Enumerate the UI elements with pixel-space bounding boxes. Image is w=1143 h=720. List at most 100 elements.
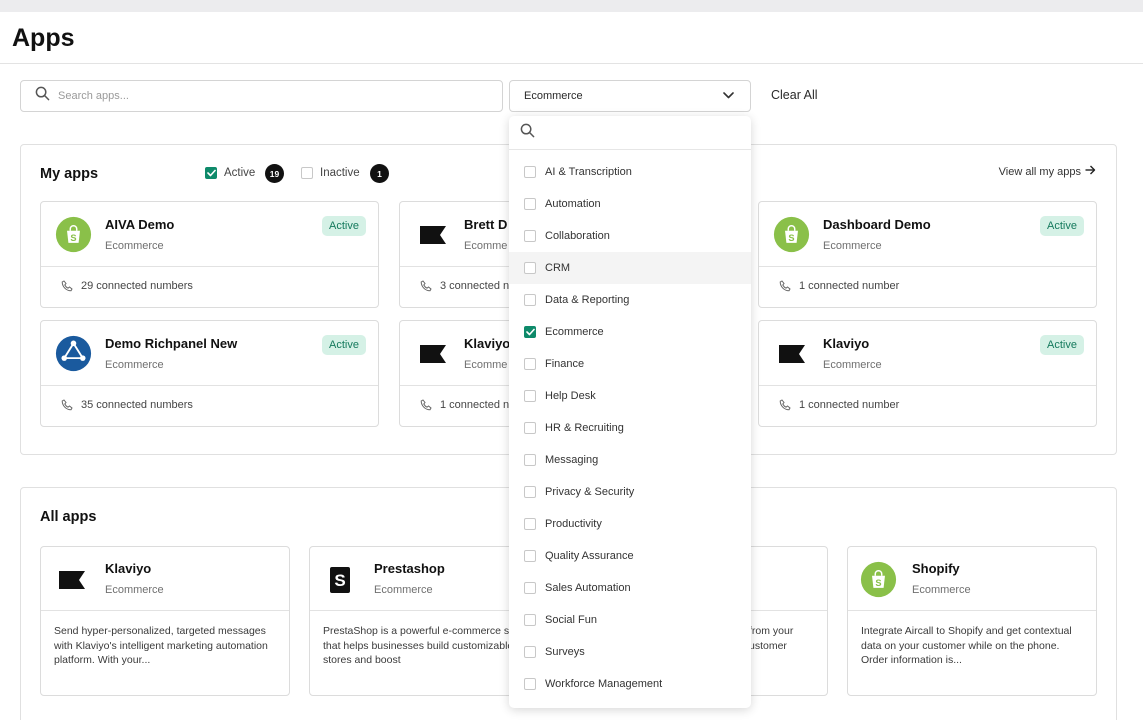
category-option[interactable]: Automation [509, 188, 751, 220]
view-all-label: View all my apps [998, 165, 1081, 178]
app-category: Ecommerce [823, 359, 882, 371]
app-name: Prestashop [374, 561, 445, 576]
category-option[interactable]: Collaboration [509, 220, 751, 252]
dropdown-search[interactable] [509, 116, 751, 150]
card-header: S Shopify Ecommerce [848, 547, 1096, 611]
checkbox-unchecked-icon [524, 518, 536, 530]
connected-numbers: 35 connected numbers [61, 399, 193, 411]
checkbox-unchecked-icon [524, 486, 536, 498]
svg-text:S: S [875, 578, 881, 588]
top-bar [0, 0, 1143, 12]
checkbox-unchecked-icon [524, 614, 536, 626]
category-option[interactable]: Help Desk [509, 380, 751, 412]
category-option-label: Privacy & Security [545, 486, 635, 498]
category-option[interactable]: Messaging [509, 444, 751, 476]
category-option-label: Finance [545, 358, 585, 370]
app-category: Ecommerce [105, 240, 164, 252]
dropdown-search-input[interactable] [543, 126, 733, 139]
checkbox-unchecked-icon [524, 582, 536, 594]
category-option[interactable]: AI & Transcription [509, 156, 751, 188]
category-option-label: Messaging [545, 454, 599, 466]
phone-icon [420, 280, 432, 292]
category-option[interactable]: Data & Reporting [509, 284, 751, 316]
app-name: AIVA Demo [105, 217, 175, 232]
category-option[interactable]: CRM [509, 252, 751, 284]
my-app-card-dashboard-demo[interactable]: S Dashboard Demo Ecommerce Active 1 conn… [758, 201, 1097, 308]
connected-numbers-text: 29 connected numbers [81, 280, 193, 292]
active-count-badge: 19 [265, 164, 284, 183]
category-option[interactable]: Quality Assurance [509, 540, 751, 572]
svg-text:S: S [788, 233, 794, 243]
category-option-label: Help Desk [545, 390, 596, 402]
active-filter-checkbox[interactable]: Active [205, 167, 255, 179]
category-option-label: Social Fun [545, 614, 597, 626]
app-name: Klaviyo [464, 336, 511, 351]
checkbox-unchecked-icon [524, 678, 536, 690]
category-option[interactable]: Social Fun [509, 604, 751, 636]
checkbox-unchecked-icon [524, 294, 536, 306]
clear-all-button[interactable]: Clear All [771, 88, 818, 102]
connected-numbers-text: 35 connected numbers [81, 399, 193, 411]
category-option-label: Data & Reporting [545, 294, 630, 306]
app-name: Shopify [912, 561, 960, 576]
status-badge: Active [322, 335, 366, 355]
category-option[interactable]: Workforce Management [509, 668, 751, 700]
card-header: S Dashboard Demo Ecommerce Active [759, 202, 1096, 267]
app-name: Brett D [464, 217, 508, 232]
svg-text:S: S [334, 571, 345, 590]
phone-icon [420, 399, 432, 411]
category-option[interactable]: Productivity [509, 508, 751, 540]
app-category: Ecomme [464, 359, 508, 371]
category-option-label: Surveys [545, 646, 585, 658]
app-description: Send hyper-personalized, targeted messag… [54, 625, 268, 667]
category-option[interactable]: Finance [509, 348, 751, 380]
my-app-card-aiva-demo[interactable]: S AIVA Demo Ecommerce Active 29 connecte… [40, 201, 379, 308]
category-option[interactable]: HR & Recruiting [509, 412, 751, 444]
category-option-label: Sales Automation [545, 582, 631, 594]
category-option-label: AI & Transcription [545, 166, 632, 178]
page-title: Apps [12, 24, 75, 52]
category-option-label: Collaboration [545, 230, 610, 242]
klaviyo-flag-icon [414, 335, 451, 372]
status-badge: Active [1040, 335, 1084, 355]
app-name: Demo Richpanel New [105, 336, 238, 351]
checkbox-checked-icon [524, 326, 536, 338]
my-app-card-demo-richpanel[interactable]: Demo Richpanel New Ecommerce Active 35 c… [40, 320, 379, 427]
my-app-card-klaviyo-2[interactable]: Klaviyo Ecommerce Active 1 connected num… [758, 320, 1097, 427]
prestashop-icon: S [322, 561, 359, 598]
checkbox-unchecked-icon [301, 167, 313, 179]
app-category: Ecommerce [105, 359, 164, 371]
app-description: Integrate Aircall to Shopify and get con… [861, 625, 1072, 667]
arrow-right-icon [1085, 165, 1096, 178]
app-name: Klaviyo [823, 336, 870, 351]
category-select[interactable]: Ecommerce [509, 80, 751, 112]
all-app-card-shopify[interactable]: S Shopify Ecommerce Integrate Aircall to… [847, 546, 1097, 696]
card-header: Demo Richpanel New Ecommerce Active [41, 321, 378, 386]
category-option[interactable]: Surveys [509, 636, 751, 668]
richpanel-icon [55, 335, 92, 372]
category-option-list: AI & Transcription Automation Collaboratio… [509, 156, 751, 700]
inactive-filter-checkbox[interactable]: Inactive [301, 167, 360, 179]
status-badge: Active [322, 216, 366, 236]
category-option[interactable]: Ecommerce [509, 316, 751, 348]
svg-text:S: S [70, 233, 76, 243]
search-input[interactable] [58, 90, 478, 102]
checkbox-unchecked-icon [524, 358, 536, 370]
app-name: Dashboard Demo [823, 217, 931, 232]
klaviyo-flag-icon [414, 216, 451, 253]
app-category: Ecomme [464, 240, 508, 252]
shopify-icon: S [860, 561, 897, 598]
category-option[interactable]: Privacy & Security [509, 476, 751, 508]
all-app-card-klaviyo[interactable]: Klaviyo Ecommerce Send hyper-personalize… [40, 546, 290, 696]
shopify-icon: S [773, 216, 810, 253]
search-box[interactable] [20, 80, 503, 112]
view-all-my-apps-link[interactable]: View all my apps [999, 165, 1096, 178]
category-option-label: HR & Recruiting [545, 422, 624, 434]
app-name: Klaviyo [105, 561, 152, 576]
category-option[interactable]: Sales Automation [509, 572, 751, 604]
app-category: Ecommerce [374, 584, 433, 596]
connected-numbers-text: 1 connected n [440, 399, 510, 411]
category-option-label: Ecommerce [545, 326, 604, 338]
title-divider [0, 63, 1143, 64]
app-category: Ecommerce [105, 584, 164, 596]
